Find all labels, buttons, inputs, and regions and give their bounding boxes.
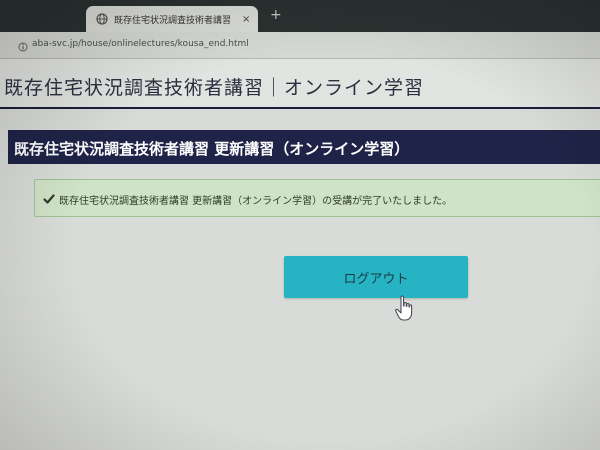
page-content: 既存住宅状況調査技術者講習｜オンライン学習 既存住宅状況調査技術者講習 更新講習… [0, 59, 600, 450]
check-icon [43, 190, 55, 209]
logout-button[interactable]: ログアウト [284, 256, 468, 298]
new-tab-button[interactable]: + [270, 7, 282, 23]
section-title: 既存住宅状況調査技術者講習 更新講習（オンライン学習） [14, 140, 410, 158]
success-alert: 既存住宅状況調査技術者講習 更新講習（オンライン学習）の受講が完了いたしました。 [34, 179, 600, 217]
info-icon[interactable] [18, 38, 28, 57]
close-tab-icon[interactable]: × [242, 14, 250, 25]
alert-message: 既存住宅状況調査技術者講習 更新講習（オンライン学習）の受講が完了いたしました。 [59, 196, 453, 207]
site-header: 既存住宅状況調査技術者講習｜オンライン学習 [0, 59, 600, 109]
browser-tab-strip: 既存住宅状況調査技術者講習 × + [0, 0, 600, 32]
browser-tab-title: 既存住宅状況調査技術者講習 [114, 15, 232, 26]
section-header-bar: 既存住宅状況調査技術者講習 更新講習（オンライン学習） [8, 130, 600, 164]
url-text[interactable]: aba-svc.jp/house/onlinelectures/kousa_en… [32, 39, 249, 49]
address-bar[interactable]: aba-svc.jp/house/onlinelectures/kousa_en… [0, 32, 600, 59]
globe-icon [96, 13, 108, 25]
page-title: 既存住宅状況調査技術者講習｜オンライン学習 [4, 77, 425, 99]
hand-pointer-icon [394, 295, 416, 323]
browser-tab-active[interactable]: 既存住宅状況調査技術者講習 × [86, 6, 258, 32]
